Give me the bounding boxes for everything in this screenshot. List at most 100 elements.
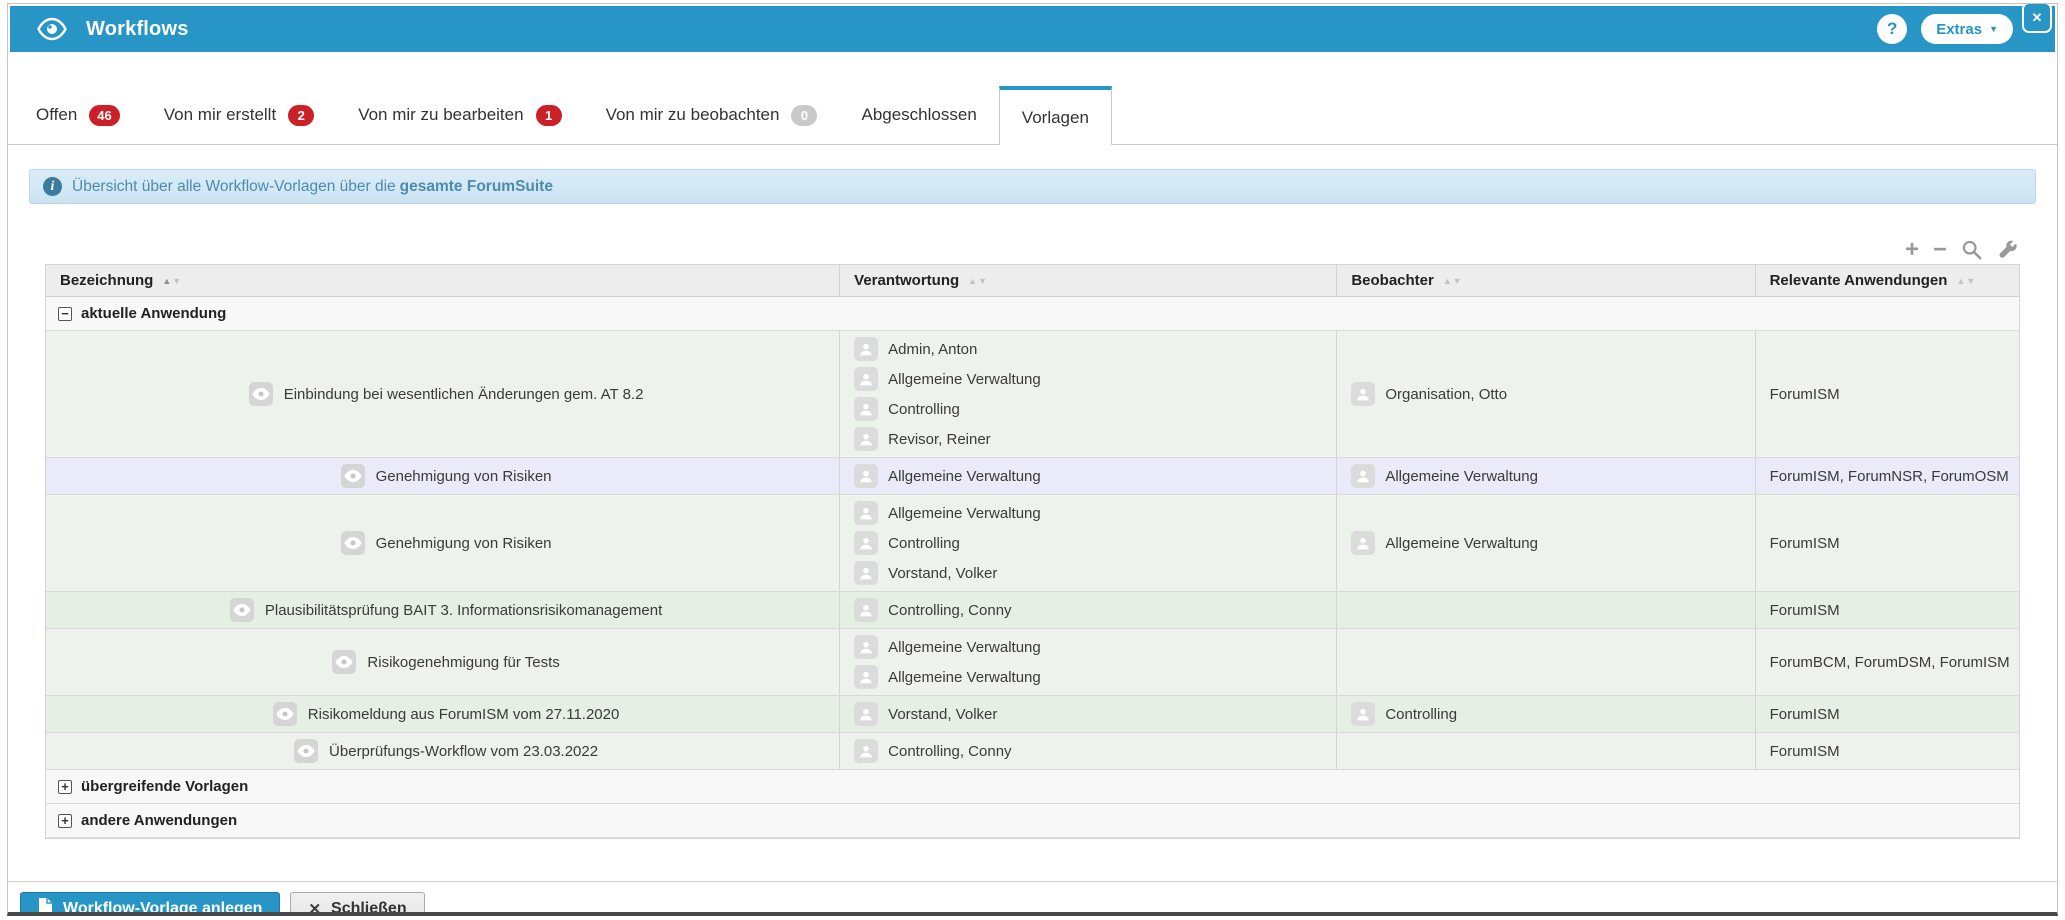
sort-icons: ▲ ▼ xyxy=(968,275,987,286)
create-workflow-template-button[interactable]: Workflow-Vorlage anlegen xyxy=(20,892,281,912)
table-row[interactable]: Genehmigung von Risiken Allgemeine Verwa… xyxy=(46,495,2019,592)
person-name: Allgemeine Verwaltung xyxy=(888,638,1041,656)
person-name: Allgemeine Verwaltung xyxy=(888,467,1041,485)
cell-verantwortung: Vorstand, Volker xyxy=(839,696,1336,732)
person-entry: Allgemeine Verwaltung xyxy=(854,498,1330,528)
cell-beobachter: Allgemeine Verwaltung xyxy=(1336,495,1754,591)
person-icon xyxy=(1351,531,1376,555)
plus-icon[interactable]: + xyxy=(1905,238,1919,262)
cell-verantwortung: Allgemeine Verwaltung Controlling Vorsta… xyxy=(839,495,1336,591)
person-name: Organisation, Otto xyxy=(1385,385,1508,403)
tab-count-badge: 0 xyxy=(791,104,818,126)
expand-icon[interactable]: + xyxy=(58,779,72,794)
collapse-icon[interactable]: − xyxy=(58,306,72,321)
cell-verantwortung: Controlling, Conny xyxy=(839,592,1336,628)
workflow-name: Risikogenehmigung für Tests xyxy=(367,653,560,671)
table-group-row[interactable]: − aktuelle Anwendung xyxy=(46,297,2019,331)
person-icon xyxy=(854,739,879,763)
table-toolbar: + − xyxy=(29,238,2036,262)
search-icon[interactable] xyxy=(1961,239,1983,261)
person-icon xyxy=(854,427,879,451)
person-icon xyxy=(854,531,879,555)
cell-beobachter: Organisation, Otto xyxy=(1336,331,1754,457)
tab-von-mir-erstellt[interactable]: Von mir erstellt 2 xyxy=(142,86,336,144)
person-icon xyxy=(854,397,879,421)
tab-label: Von mir erstellt xyxy=(163,105,277,124)
workflow-eye-icon xyxy=(332,650,357,674)
tab-count-badge: 46 xyxy=(89,104,120,126)
window-close-button[interactable]: ✕ xyxy=(2022,4,2052,33)
workflow-name: Genehmigung von Risiken xyxy=(375,534,552,552)
person-icon xyxy=(854,367,879,391)
person-icon xyxy=(854,337,879,361)
person-name: Vorstand, Volker xyxy=(888,705,998,723)
person-entry: Controlling xyxy=(1351,699,1748,729)
workflow-eye-icon xyxy=(340,464,365,488)
tab-bar: Offen 46 Von mir erstellt 2 Von mir zu b… xyxy=(8,86,2057,145)
relevant-applications: ForumBCM, ForumDSM, ForumISM xyxy=(1769,653,2010,671)
titlebar-actions: ? Extras ▼ xyxy=(1877,14,2039,44)
person-entry: Controlling, Conny xyxy=(854,736,1330,766)
cell-beobachter xyxy=(1336,629,1754,695)
wrench-icon[interactable] xyxy=(1997,240,2018,261)
workflow-eye-icon xyxy=(229,598,254,622)
info-icon: i xyxy=(43,177,62,196)
app-logo-eye-icon xyxy=(36,16,68,42)
workflow-name: Plausibilitätsprüfung BAIT 3. Informatio… xyxy=(264,601,663,619)
tab-count-badge: 2 xyxy=(288,104,315,126)
person-icon xyxy=(1351,702,1376,726)
tab-abgeschlossen[interactable]: Abgeschlossen xyxy=(839,86,998,144)
relevant-applications: ForumISM xyxy=(1769,385,1840,403)
person-entry: Vorstand, Volker xyxy=(854,558,1330,588)
person-entry: Allgemeine Verwaltung xyxy=(854,461,1330,491)
column-header-bezeichnung[interactable]: Bezeichnung ▲ ▼ xyxy=(46,265,839,296)
workflows-window: Workflows ? Extras ▼ ✕ Offen 46 Von mir … xyxy=(7,3,2058,916)
cell-bezeichnung: Einbindung bei wesentlichen Änderungen g… xyxy=(46,331,839,457)
extras-button[interactable]: Extras ▼ xyxy=(1921,14,2013,44)
expand-icon[interactable]: + xyxy=(58,813,72,828)
person-name: Vorstand, Volker xyxy=(888,564,998,582)
tab-vorlagen[interactable]: Vorlagen xyxy=(998,86,1112,145)
workflow-name: Überprüfungs-Workflow vom 23.03.2022 xyxy=(329,742,599,760)
person-entry: Allgemeine Verwaltung xyxy=(1351,528,1748,558)
tab-offen[interactable]: Offen 46 xyxy=(14,86,142,144)
person-name: Controlling xyxy=(1385,705,1458,723)
help-button[interactable]: ? xyxy=(1877,14,1908,44)
column-header-beobachter[interactable]: Beobachter ▲ ▼ xyxy=(1336,265,1754,296)
table-row[interactable]: Einbindung bei wesentlichen Änderungen g… xyxy=(46,331,2019,458)
workflow-eye-icon xyxy=(248,382,273,406)
person-entry: Vorstand, Volker xyxy=(854,699,1330,729)
table-row[interactable]: Risikogenehmigung für Tests Allgemeine V… xyxy=(46,629,2019,696)
column-header-verantwortung[interactable]: Verantwortung ▲ ▼ xyxy=(839,265,1336,296)
table-row[interactable]: Genehmigung von Risiken Allgemeine Verwa… xyxy=(46,458,2019,495)
table-row[interactable]: Überprüfungs-Workflow vom 23.03.2022 Con… xyxy=(46,733,2019,770)
workflow-eye-icon xyxy=(272,702,297,726)
person-icon xyxy=(854,561,879,585)
table-row[interactable]: Risikomeldung aus ForumISM vom 27.11.202… xyxy=(46,696,2019,733)
tab-von-mir-zu-bearbeiten[interactable]: Von mir zu bearbeiten 1 xyxy=(336,86,583,144)
workflow-name: Einbindung bei wesentlichen Änderungen g… xyxy=(283,385,644,403)
table-row[interactable]: Plausibilitätsprüfung BAIT 3. Informatio… xyxy=(46,592,2019,629)
close-icon: ✕ xyxy=(308,900,322,916)
info-banner-text: Übersicht über alle Workflow-Vorlagen üb… xyxy=(72,177,553,195)
workflow-eye-icon xyxy=(340,531,365,555)
tab-count-badge: 1 xyxy=(535,104,562,126)
minus-icon[interactable]: − xyxy=(1933,238,1947,262)
sort-icons: ▲ ▼ xyxy=(1442,275,1462,286)
close-button[interactable]: ✕ Schließen xyxy=(290,892,425,916)
person-icon xyxy=(854,464,879,488)
table-group-row[interactable]: + übergreifende Vorlagen xyxy=(46,770,2019,804)
person-icon xyxy=(1351,464,1376,488)
column-header-relevante-anwendungen[interactable]: Relevante Anwendungen ▲ ▼ xyxy=(1754,265,2019,296)
person-icon xyxy=(854,501,879,525)
relevant-applications: ForumISM xyxy=(1769,601,1840,619)
cell-beobachter: Allgemeine Verwaltung xyxy=(1336,458,1754,494)
cell-bezeichnung: Plausibilitätsprüfung BAIT 3. Informatio… xyxy=(46,592,839,628)
cell-verantwortung: Admin, Anton Allgemeine Verwaltung Contr… xyxy=(839,331,1336,457)
tab-von-mir-zu-beobachten[interactable]: Von mir zu beobachten 0 xyxy=(584,86,840,144)
relevant-applications: ForumISM xyxy=(1769,534,1840,552)
table-group-row[interactable]: + andere Anwendungen xyxy=(46,804,2019,838)
cell-relevante-anwendungen: ForumISM xyxy=(1754,696,2019,732)
cell-bezeichnung: Genehmigung von Risiken xyxy=(46,458,839,494)
person-name: Allgemeine Verwaltung xyxy=(888,370,1041,388)
